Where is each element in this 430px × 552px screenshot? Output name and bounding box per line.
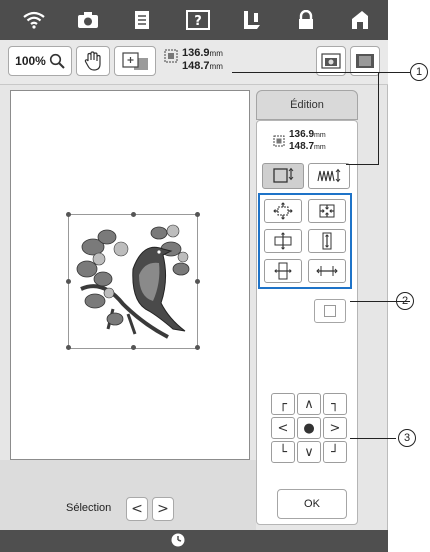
hand-icon [84, 51, 101, 71]
corner-up-right-icon: ┐ [331, 396, 339, 412]
footer-bar [0, 530, 388, 552]
bird-embroidery-design [76, 224, 190, 339]
selection-handle[interactable] [66, 279, 71, 284]
size-icon [164, 49, 178, 63]
ok-button[interactable]: OK [277, 489, 347, 519]
document-icon[interactable] [112, 0, 172, 40]
selection-frame[interactable] [66, 212, 200, 350]
center-dot-icon: ● [303, 420, 315, 436]
layout-frame-icon [122, 52, 148, 70]
lock-icon[interactable] [276, 0, 336, 40]
pan-button[interactable] [76, 46, 110, 76]
corner-down-right-icon: ┘ [331, 444, 339, 460]
toolbar-height-value: 148.7 [182, 60, 210, 72]
camera-icon[interactable] [58, 0, 118, 40]
stretch-horizontal-icon [316, 266, 338, 276]
magnifier-icon [49, 53, 65, 69]
shrink-vertical-icon [322, 232, 332, 250]
top-navigation-bar: ? [0, 0, 388, 40]
selection-handle[interactable] [66, 345, 71, 350]
callout-2: 2 [396, 292, 414, 310]
stretch-vertical-icon [274, 232, 292, 250]
reduce-vertical-button[interactable] [308, 229, 346, 253]
reduce-all-icon [319, 204, 335, 218]
panel-height-value: 148.7 [289, 141, 315, 152]
wifi-icon[interactable] [4, 0, 64, 40]
help-icon[interactable]: ? [168, 0, 228, 40]
toolbar-width-value: 136.9 [182, 47, 210, 59]
selection-label: Sélection [66, 502, 112, 514]
callout-3: 3 [398, 429, 416, 447]
move-up-button[interactable]: ∧ [297, 393, 321, 415]
move-down-button[interactable]: ∨ [297, 441, 321, 463]
edit-side-panel: 136.9mm 148.7mm ┌ ∧ ┐ < ● > └ ∨ ┘ OK [256, 120, 358, 525]
size-icon [273, 135, 285, 147]
home-icon[interactable] [330, 0, 390, 40]
size-display: 136.9mm 148.7mm [164, 46, 254, 78]
selection-handle[interactable] [131, 212, 136, 217]
enlarge-all-icon [273, 202, 293, 220]
center-button[interactable]: ● [297, 417, 321, 439]
reduce-horizontal-button[interactable] [264, 259, 302, 283]
camera-frame-icon [321, 53, 341, 69]
embroidery-canvas[interactable] [10, 90, 250, 460]
svg-text:?: ? [194, 14, 202, 29]
zoom-button[interactable]: 100% [8, 46, 72, 76]
move-down-left-button[interactable]: └ [271, 441, 295, 463]
chevron-left-icon: < [131, 501, 143, 517]
density-mode-button[interactable] [308, 163, 350, 189]
chevron-down-icon: ∨ [304, 444, 314, 460]
move-right-button[interactable]: > [323, 417, 347, 439]
edit-toolbar: 100% 136.9mm 148.7mm [0, 40, 388, 85]
callout-1-connector [346, 164, 379, 165]
resize-mode-button[interactable] [262, 163, 304, 189]
toolbar-height-unit: mm [209, 62, 223, 71]
panel-width-value: 136.9 [289, 129, 315, 140]
selection-prev-button[interactable]: < [126, 497, 148, 521]
move-up-right-button[interactable]: ┐ [323, 393, 347, 415]
enlarge-vertical-button[interactable] [264, 229, 302, 253]
zoom-label: 100% [15, 54, 46, 68]
resize-frame-icon [273, 167, 294, 183]
callout-1-vertical-line [378, 72, 379, 164]
enlarge-horizontal-button[interactable] [308, 259, 346, 283]
clock-icon [171, 533, 185, 547]
enlarge-proportional-button[interactable] [264, 199, 302, 223]
sewing-machine-screen: ? 100% 136.9mm 148.7mm Édition 136.9mm 1… [0, 0, 388, 552]
shrink-horizontal-icon [274, 262, 292, 280]
corner-down-left-icon: └ [279, 444, 287, 460]
edition-tab-label: Édition [290, 99, 324, 111]
selection-handle[interactable] [66, 212, 71, 217]
selection-handle[interactable] [195, 345, 200, 350]
selection-handle[interactable] [195, 279, 200, 284]
tab-edition[interactable]: Édition [256, 90, 358, 120]
move-up-left-button[interactable]: ┌ [271, 393, 295, 415]
chevron-right-icon: > [329, 420, 341, 436]
chevron-up-icon: ∧ [304, 396, 314, 412]
selection-bar: Sélection < > [0, 460, 256, 530]
move-left-button[interactable]: < [271, 417, 295, 439]
checkbox-icon [324, 305, 336, 317]
panel-size-display: 136.9mm 148.7mm [273, 129, 353, 159]
ok-button-label: OK [304, 498, 320, 510]
corner-up-left-icon: ┌ [279, 396, 287, 412]
reduce-proportional-button[interactable] [308, 199, 346, 223]
callout-1: 1 [410, 63, 428, 81]
presser-foot-icon[interactable] [222, 0, 282, 40]
callout-1-line [232, 72, 410, 73]
toolbar-width-unit: mm [209, 49, 223, 58]
chevron-left-icon: < [277, 420, 289, 436]
image-frame-icon [356, 54, 374, 68]
layout-button[interactable] [114, 46, 156, 76]
callout-3-line [350, 438, 396, 439]
selection-handle[interactable] [195, 212, 200, 217]
panel-width-unit: mm [314, 132, 326, 139]
selection-next-button[interactable]: > [152, 497, 174, 521]
option-toggle-button[interactable] [314, 299, 346, 323]
panel-height-unit: mm [314, 144, 326, 151]
stitch-density-icon [317, 168, 341, 183]
move-down-right-button[interactable]: ┘ [323, 441, 347, 463]
chevron-right-icon: > [157, 501, 169, 517]
